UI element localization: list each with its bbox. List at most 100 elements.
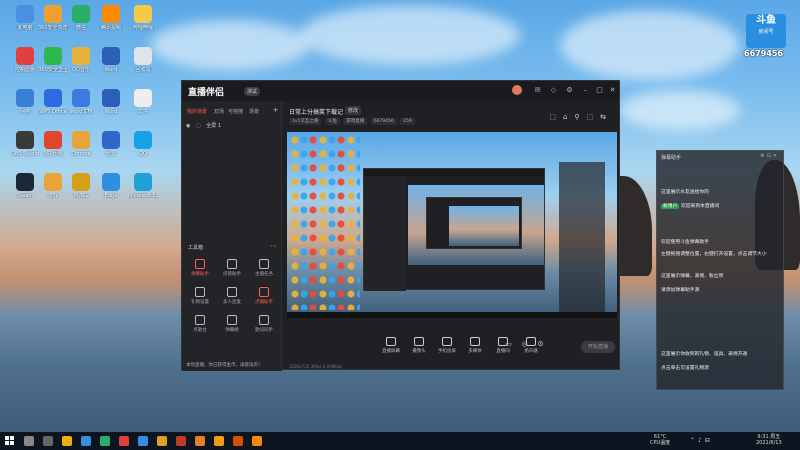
control-button[interactable]: 手机投屏 (433, 337, 461, 354)
tool-button[interactable]: 点播助手 (250, 287, 278, 305)
taskbar-app-icon[interactable] (119, 436, 129, 446)
taskbar-app-icon[interactable] (233, 436, 243, 446)
tool-label: 礼物设置 (191, 300, 209, 305)
taskbar-app-icon[interactable] (214, 436, 224, 446)
logo-sub: 房间号 (758, 29, 774, 35)
taskbar-app-icon[interactable] (81, 436, 91, 446)
tool-label: 歌词同步 (255, 328, 273, 333)
toolbox-more-icon[interactable]: ⋯ (270, 243, 277, 250)
tool-icon (195, 259, 205, 269)
scene-panel: 我的场景 双场 可拖拽 场景 + ◉ ▢ 全屏 1 工具箱 ⋯ 弹幕助手 房管助手… (182, 101, 282, 371)
nested-danmu-panel (559, 162, 605, 312)
add-scene-icon[interactable]: + (272, 107, 279, 114)
desktop-icon[interactable]: 文件 (128, 89, 158, 115)
tool-icon (195, 287, 205, 297)
maximize-icon[interactable]: □ (596, 87, 603, 94)
app-icon (44, 131, 62, 149)
stream-preview[interactable] (287, 132, 617, 318)
record-icon[interactable]: ▭ (505, 341, 512, 348)
taskbar-app-icon[interactable] (157, 436, 167, 446)
desktop-icon[interactable]: 哔哩哔哩 (128, 5, 158, 31)
tool-button[interactable]: 弹幕姬 (218, 315, 246, 333)
desktop-icon[interactable]: Microsoft Edge (128, 173, 158, 199)
start-stream-button[interactable]: 开始直播 (581, 341, 615, 353)
control-button[interactable]: 多媒体 (461, 337, 489, 354)
message-icon[interactable]: ✉ (534, 87, 541, 94)
room-meta-1: 斗鱼 (324, 118, 340, 125)
control-button[interactable]: 直播间 (489, 337, 517, 354)
desktop-icon[interactable]: 360安全卫士 (38, 47, 68, 73)
gift-icon[interactable]: ◇ (550, 87, 557, 94)
taskbar-app-icon[interactable] (138, 436, 148, 446)
desktop-icon[interactable]: 网络 (10, 89, 40, 115)
tab-dual[interactable]: 双场 (214, 108, 224, 115)
desktop-icon[interactable]: Word文档 (66, 89, 96, 115)
minimize-icon[interactable]: – (582, 87, 589, 94)
settings-gear-icon[interactable]: ⚙ (537, 341, 544, 348)
lock-icon[interactable]: ▢ (196, 123, 201, 129)
desktop-icon[interactable]: Chrome (66, 131, 96, 157)
tool-button[interactable]: 点歌台 (186, 315, 214, 333)
taskbar-app-icon[interactable] (62, 436, 72, 446)
windows-start-icon[interactable] (5, 436, 14, 445)
tool-button[interactable]: 房管助手 (218, 259, 246, 277)
desktop-icon[interactable]: 此电脑 (10, 5, 40, 31)
taskbar-app-icon[interactable] (24, 436, 34, 446)
desktop-icon[interactable]: QQ (128, 131, 158, 157)
desktop-icon[interactable]: PUBG (66, 173, 96, 199)
app-icon (16, 5, 34, 23)
app-icon (102, 173, 120, 191)
room-meta-4: 259 (400, 118, 415, 125)
desktop-icon[interactable]: WPS Office (38, 89, 68, 115)
tool-label: 弹幕姬 (225, 328, 239, 333)
scene-item[interactable]: ◉ ▢ 全屏 1 (186, 122, 221, 129)
cpu-temp-label: CPU温度 (650, 440, 671, 446)
desktop-icon[interactable]: 360安全浏览器 (38, 5, 68, 31)
system-tray[interactable]: ⌃♪⊟ (690, 437, 713, 444)
desktop-icon[interactable]: 腾讯视频 (96, 5, 126, 31)
taskbar-app-icon[interactable] (195, 436, 205, 446)
desktop-icon[interactable]: 360压缩 (38, 131, 68, 157)
desktop-icon[interactable]: OBS Studio (10, 131, 40, 157)
clock[interactable]: 9:31 周五 2021/6/13 (756, 434, 782, 446)
desktop-icon[interactable]: Word (96, 89, 126, 115)
tab-my-scenes[interactable]: 我的场景 (187, 108, 207, 115)
desktop-icon[interactable]: Steam (10, 173, 40, 199)
tool-button[interactable]: 歌词同步 (250, 315, 278, 333)
tool-button[interactable]: 多人连麦 (218, 287, 246, 305)
tab-draggable[interactable]: 可拖拽 (228, 108, 243, 115)
taskbar-app-icon[interactable] (176, 436, 186, 446)
app-icon (134, 5, 152, 23)
sync-icon[interactable]: ◎ (521, 341, 528, 348)
desktop-icon[interactable]: Word (96, 47, 126, 73)
control-button[interactable]: 直播屏幕 (377, 337, 405, 354)
taskbar: 61°C CPU温度 ⌃♪⊟ 9:31 周五 2021/6/13 (0, 432, 800, 450)
room-meta: 1v1交互之路 斗鱼 游戏直播 6679456 259 (289, 118, 417, 125)
danmu-message: 这里展示水友送给你的 (661, 189, 781, 196)
control-icon (470, 337, 480, 346)
settings-icon[interactable]: ⚙ (566, 87, 573, 94)
desktop-icon[interactable]: 微信 (66, 5, 96, 31)
desktop-icon[interactable]: 迅雷 (96, 131, 126, 157)
close-icon[interactable]: ✕ (609, 87, 616, 94)
tool-icon (227, 315, 237, 325)
taskbar-app-icon[interactable] (252, 436, 262, 446)
tab-scene[interactable]: 场景 (249, 108, 259, 115)
taskbar-app-icon[interactable] (43, 436, 53, 446)
desktop-icon[interactable]: 游戏 (38, 173, 68, 199)
desktop-icon[interactable]: Edge (96, 173, 126, 199)
tool-button[interactable]: 主播任务 (250, 259, 278, 277)
control-button[interactable]: 摄像头 (405, 337, 433, 354)
avatar[interactable] (512, 85, 522, 95)
tool-button[interactable]: 礼物设置 (186, 287, 214, 305)
desktop-icon[interactable]: 控制面板 (10, 47, 40, 73)
app-version-badge: 测试 (244, 87, 261, 96)
danmu-controls[interactable]: ⚙⊡✕ (760, 153, 779, 159)
desktop-icon[interactable]: 回收站 (128, 47, 158, 73)
taskbar-app-icon[interactable] (100, 436, 110, 446)
eye-icon[interactable]: ◉ (186, 123, 190, 129)
tool-button[interactable]: 弹幕助手 (186, 259, 214, 277)
header-icons[interactable]: ⬚⌂⚲⬚⇆ (549, 113, 613, 121)
room-edit-button[interactable]: 修改 (345, 106, 362, 115)
desktop-icon[interactable]: QQ音乐 (66, 47, 96, 73)
